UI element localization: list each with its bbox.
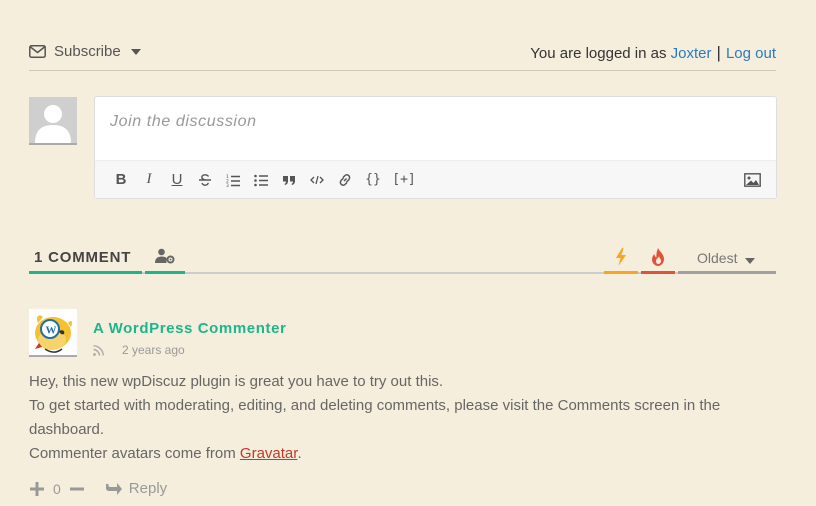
chevron-down-icon xyxy=(130,48,141,55)
vote-controls: 0 xyxy=(29,481,85,497)
comment-line: Commenter avatars come from Gravatar. xyxy=(29,442,769,466)
comment-count-label: 1 COMMENT xyxy=(34,249,132,266)
code-icon[interactable] xyxy=(303,173,331,187)
reply-arrow-icon xyxy=(105,482,122,495)
comment-line: To get started with moderating, editing,… xyxy=(29,397,721,438)
logout-link[interactable]: Log out xyxy=(726,45,776,62)
subscribe-bar: Subscribe You are logged in as Joxter | … xyxy=(29,40,776,71)
italic-icon[interactable]: I xyxy=(135,171,163,188)
bolt-icon xyxy=(616,248,626,266)
sort-newest-tab[interactable] xyxy=(604,242,638,274)
svg-text:W: W xyxy=(46,325,57,337)
vote-count: 0 xyxy=(53,480,61,497)
plus-icon[interactable] xyxy=(29,481,45,497)
user-cog-icon xyxy=(155,248,175,264)
gravatar-link[interactable]: Gravatar xyxy=(240,445,298,462)
sort-order-label: Oldest xyxy=(697,250,738,266)
unordered-list-icon[interactable] xyxy=(247,173,275,187)
ordered-list-icon[interactable]: 123 xyxy=(219,173,247,187)
source-code-icon[interactable]: {} xyxy=(359,172,387,187)
chevron-down-icon xyxy=(745,258,755,264)
comment-line: Hey, this new wpDiscuz plugin is great y… xyxy=(29,373,444,390)
underline-icon[interactable]: U xyxy=(163,171,191,188)
link-icon[interactable] xyxy=(331,173,359,187)
user-settings-tab[interactable] xyxy=(145,242,185,274)
wapuu-avatar-icon: W xyxy=(29,309,77,355)
editor-toolbar: B I U 123 {} [+] xyxy=(95,160,776,198)
default-user-icon xyxy=(29,97,77,143)
bold-icon[interactable]: B xyxy=(107,171,135,188)
comment-actions: 0 Reply xyxy=(29,480,167,497)
comment-author[interactable]: A WordPress Commenter xyxy=(93,320,286,337)
comment-line-prefix: Commenter avatars come from xyxy=(29,445,240,462)
sort-order-dropdown[interactable]: Oldest xyxy=(678,242,776,274)
logged-in-text: You are logged in as xyxy=(530,44,667,62)
login-separator: | xyxy=(716,43,721,62)
sort-hottest-tab[interactable] xyxy=(641,242,675,274)
image-upload-icon[interactable] xyxy=(738,173,766,187)
comment-editor[interactable]: Join the discussion B I U 123 {} [+] xyxy=(94,96,777,199)
comment-meta: 2 years ago xyxy=(93,343,185,357)
subscribe-label: Subscribe xyxy=(54,43,121,60)
blockquote-icon[interactable] xyxy=(275,173,303,187)
reply-button[interactable]: Reply xyxy=(105,480,167,497)
tab-comment-count: 1 COMMENT xyxy=(29,242,142,274)
comment-line-suffix: . xyxy=(297,445,302,462)
thread-header: 1 COMMENT Oldest xyxy=(29,242,776,274)
current-user-avatar xyxy=(29,97,77,145)
rss-icon[interactable] xyxy=(93,344,104,356)
comment-time[interactable]: 2 years ago xyxy=(122,343,185,357)
commenter-avatar[interactable]: W xyxy=(29,309,77,357)
envelope-icon xyxy=(29,45,46,58)
fire-icon xyxy=(652,248,664,266)
username-link[interactable]: Joxter xyxy=(671,45,712,62)
strikethrough-icon[interactable] xyxy=(191,173,219,187)
reply-label: Reply xyxy=(128,480,168,497)
editor-placeholder[interactable]: Join the discussion xyxy=(110,113,257,131)
minus-icon[interactable] xyxy=(69,481,85,497)
login-info: You are logged in as Joxter | Log out xyxy=(530,43,776,63)
subscribe-dropdown[interactable]: Subscribe xyxy=(29,43,141,60)
comment-body: Hey, this new wpDiscuz plugin is great y… xyxy=(29,370,769,466)
svg-text:3: 3 xyxy=(226,183,229,187)
spoiler-icon[interactable]: [+] xyxy=(387,172,421,187)
